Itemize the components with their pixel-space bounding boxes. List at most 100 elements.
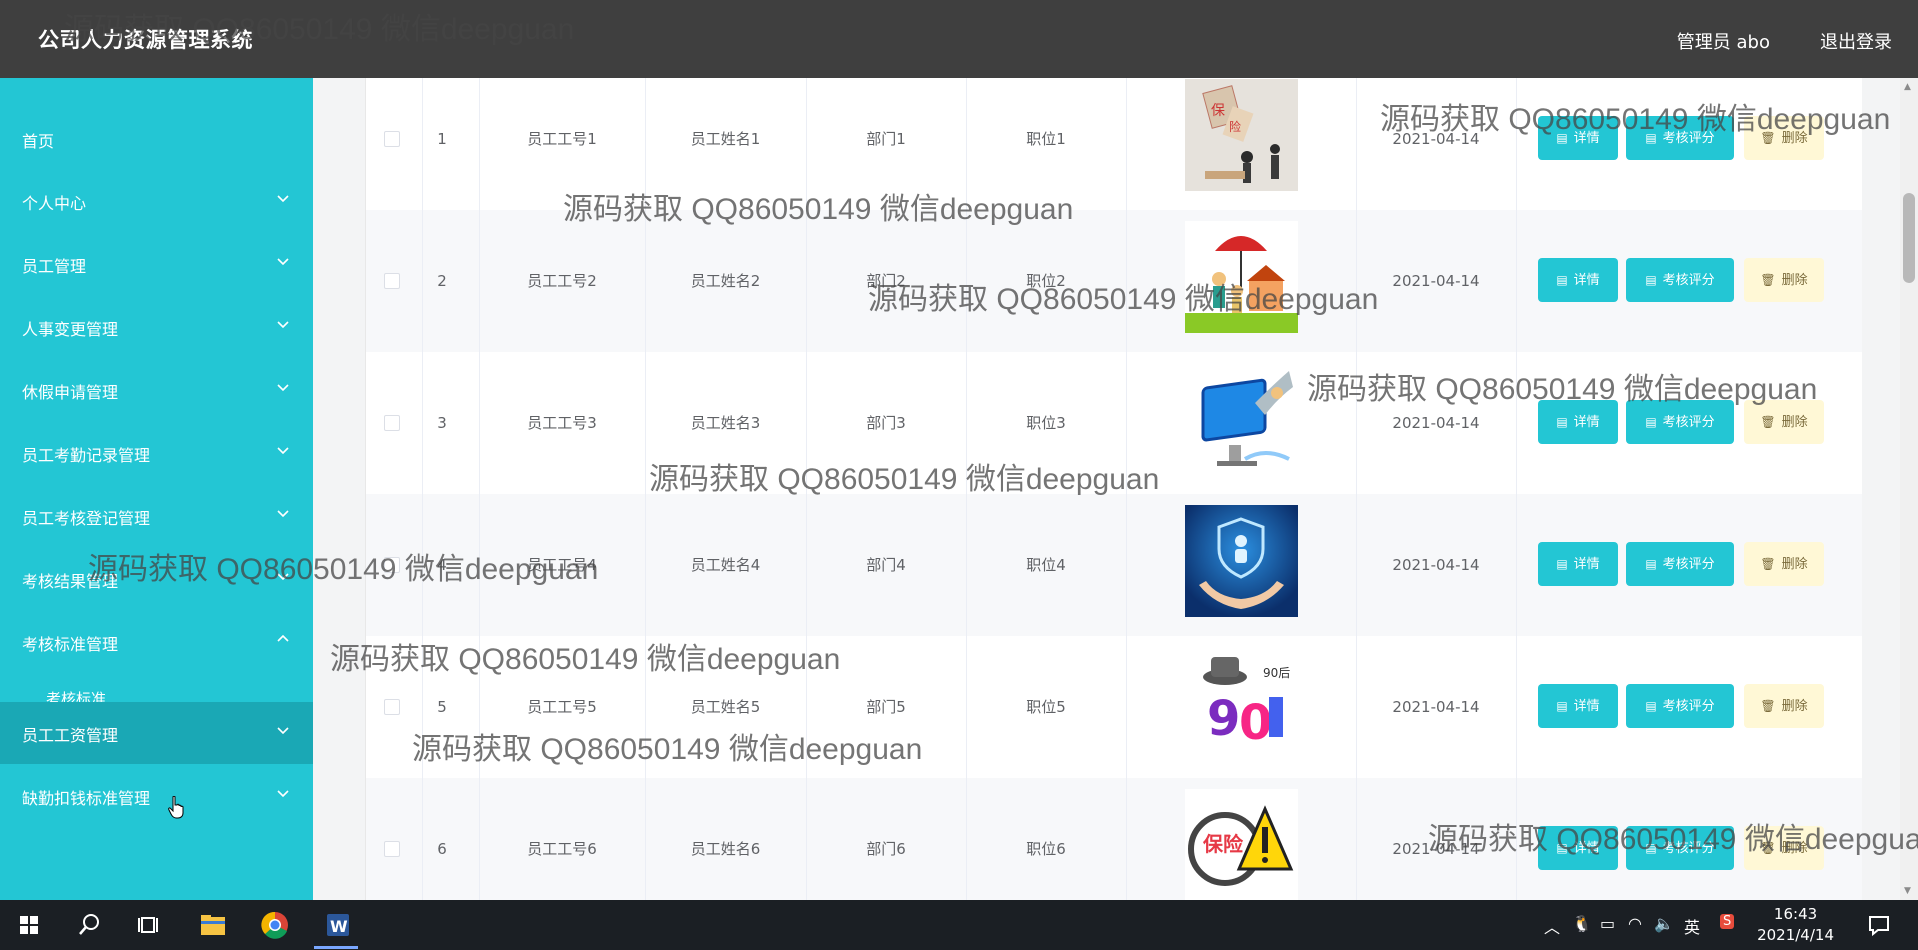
delete-button[interactable]: 🗑 删除 [1744, 400, 1824, 444]
row-index: 2 [437, 272, 447, 290]
row-checkbox[interactable] [384, 699, 400, 715]
row-checkbox[interactable] [384, 131, 400, 147]
row-index: 4 [437, 556, 447, 574]
sidebar-item-label: 考核结果管理 [22, 572, 119, 591]
svg-text:W: W [330, 917, 348, 936]
battery-icon[interactable]: ▭ [1600, 914, 1615, 933]
sidebar-item-salary-management[interactable]: 员工工资管理 [0, 702, 313, 764]
chevron-down-icon [277, 258, 289, 266]
delete-button[interactable]: 🗑 删除 [1744, 116, 1824, 160]
word-icon[interactable]: W [320, 908, 354, 942]
department: 部门5 [866, 698, 906, 716]
position: 职位6 [1026, 840, 1066, 858]
evaluate-button[interactable]: ▤ 考核评分 [1626, 542, 1734, 586]
scroll-down-icon[interactable]: ▼ [1904, 886, 1914, 896]
delete-button[interactable]: 🗑 删除 [1744, 826, 1824, 870]
position: 职位1 [1026, 130, 1066, 148]
trash-icon: 🗑 [1760, 415, 1776, 429]
qq-tray-icon[interactable]: 🐧 [1572, 914, 1592, 933]
employee-number: 员工工号5 [527, 698, 597, 716]
app-title: 公司人力资源管理系统 [38, 28, 253, 52]
evaluate-button[interactable]: ▤ 考核评分 [1626, 258, 1734, 302]
chevron-up-icon[interactable]: ︿ [1544, 914, 1560, 938]
sidebar-item-absence-deduction[interactable]: 缺勤扣钱标准管理 [0, 765, 313, 827]
sogou-ime-icon[interactable]: S [1720, 914, 1735, 929]
evaluate-button[interactable]: ▤ 考核评分 [1626, 684, 1734, 728]
chrome-icon[interactable] [258, 908, 292, 942]
row-checkbox[interactable] [384, 273, 400, 289]
detail-button[interactable]: ▤ 详情 [1538, 258, 1618, 302]
system-clock[interactable]: 16:43 2021/4/14 [1757, 904, 1834, 946]
file-explorer-icon[interactable] [196, 908, 230, 942]
vertical-scrollbar[interactable]: ▲ ▼ [1900, 78, 1918, 900]
delete-button[interactable]: 🗑 删除 [1744, 684, 1824, 728]
detail-button[interactable]: ▤ 详情 [1538, 826, 1618, 870]
row-checkbox[interactable] [384, 557, 400, 573]
evaluate-button[interactable]: ▤ 考核评分 [1626, 400, 1734, 444]
detail-button[interactable]: ▤ 详情 [1538, 684, 1618, 728]
sidebar-item-label: 员工管理 [22, 257, 87, 276]
notification-icon[interactable] [1862, 908, 1896, 942]
created-date: 2021-04-14 [1392, 556, 1480, 574]
sidebar-item-personnel-change[interactable]: 人事变更管理 [0, 296, 313, 358]
table-row: 2 员工工号2 员工姓名2 部门2 职位2 2021-04-14 ▤ 详情 ▤ 考核… [366, 210, 1862, 353]
row-checkbox[interactable] [384, 841, 400, 857]
chevron-down-icon [277, 573, 289, 581]
created-date: 2021-04-14 [1392, 698, 1480, 716]
delete-button[interactable]: 🗑 删除 [1744, 258, 1824, 302]
sidebar-item-personal-center[interactable]: 个人中心 [0, 170, 313, 232]
position: 职位3 [1026, 414, 1066, 432]
sidebar-item-leave-request[interactable]: 休假申请管理 [0, 359, 313, 421]
svg-text:90后: 90后 [1263, 666, 1290, 680]
position: 职位2 [1026, 272, 1066, 290]
employee-photo: 9 0 90后 [1185, 647, 1298, 759]
employee-photo: 保险 [1185, 79, 1298, 191]
trash-icon: 🗑 [1760, 131, 1776, 145]
created-date: 2021-04-14 [1392, 272, 1480, 290]
evaluate-button[interactable]: ▤ 考核评分 [1626, 826, 1734, 870]
chevron-down-icon [277, 790, 289, 798]
evaluate-button[interactable]: ▤ 考核评分 [1626, 116, 1734, 160]
sidebar-item-label: 缺勤扣钱标准管理 [22, 789, 151, 808]
sidebar-item-label: 休假申请管理 [22, 383, 119, 402]
search-icon[interactable] [72, 908, 106, 942]
chevron-down-icon [277, 195, 289, 203]
volume-icon[interactable]: 🔈 [1654, 914, 1674, 933]
department: 部门4 [866, 556, 906, 574]
scroll-up-icon[interactable]: ▲ [1904, 82, 1914, 92]
employee-number: 员工工号3 [527, 414, 597, 432]
task-view-icon[interactable] [132, 908, 166, 942]
sidebar-item-home[interactable]: 首页 [0, 108, 313, 170]
logout-link[interactable]: 退出登录 [1820, 28, 1892, 54]
sidebar-item-assessment-results[interactable]: 考核结果管理 [0, 548, 313, 610]
table-row: 5 员工工号5 员工姓名5 部门5 职位5 9 0 90后 2021-04-14 ▤… [366, 636, 1862, 779]
delete-button[interactable]: 🗑 删除 [1744, 542, 1824, 586]
table-row: 6 员工工号6 员工姓名6 部门6 职位6 保险 2021-04-14 ▤ 详情 … [366, 778, 1862, 900]
clock-time: 16:43 [1773, 905, 1818, 923]
employee-name: 员工姓名6 [690, 840, 761, 858]
detail-button[interactable]: ▤ 详情 [1538, 116, 1618, 160]
current-user-label: 管理员 abo [1676, 32, 1770, 53]
trash-icon: 🗑 [1760, 841, 1776, 855]
sidebar-item-assessment-standards[interactable]: 考核标准管理 [0, 611, 313, 673]
svg-text:保险: 保险 [1202, 832, 1244, 856]
windows-start-icon[interactable] [12, 908, 46, 942]
row-index: 1 [437, 130, 447, 148]
sidebar-item-employee-management[interactable]: 员工管理 [0, 233, 313, 295]
detail-button[interactable]: ▤ 详情 [1538, 542, 1618, 586]
document-icon: ▤ [1645, 415, 1657, 429]
row-checkbox[interactable] [384, 415, 400, 431]
department: 部门3 [866, 414, 906, 432]
chevron-up-icon [277, 634, 289, 642]
scrollbar-thumb[interactable] [1903, 193, 1915, 283]
row-index: 5 [437, 698, 447, 716]
svg-text:保: 保 [1211, 103, 1225, 119]
document-icon: ▤ [1645, 131, 1657, 145]
sidebar-item-label: 员工考勤记录管理 [22, 446, 151, 465]
detail-button[interactable]: ▤ 详情 [1538, 400, 1618, 444]
sidebar-item-attendance-records[interactable]: 员工考勤记录管理 [0, 422, 313, 484]
ime-indicator[interactable]: 英 [1684, 914, 1700, 938]
employee-name: 员工姓名5 [690, 698, 761, 716]
sidebar-item-assessment-registration[interactable]: 员工考核登记管理 [0, 485, 313, 547]
network-icon[interactable]: ◠ [1628, 914, 1642, 933]
